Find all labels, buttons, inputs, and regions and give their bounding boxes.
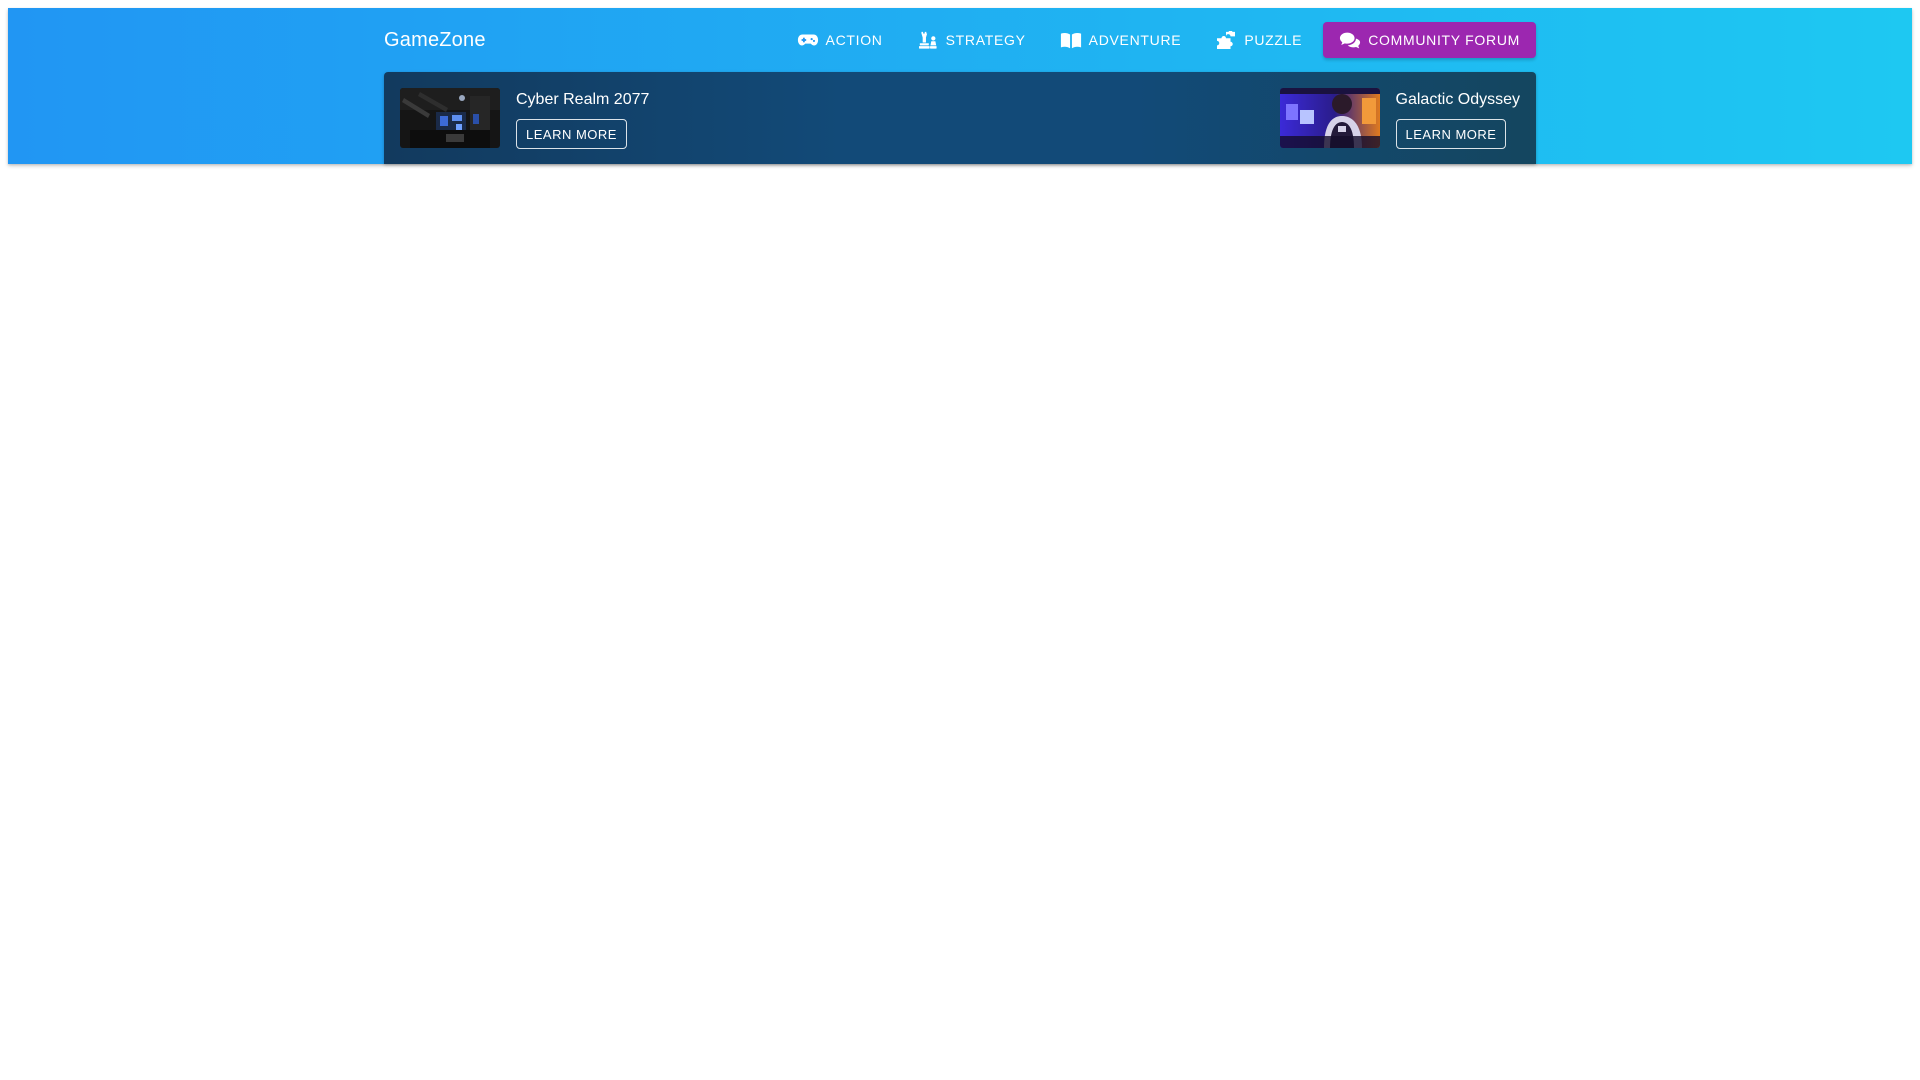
nav-strategy-label: STRATEGY [945,32,1026,48]
game-title: Galactic Odyssey [1395,91,1520,108]
learn-more-button[interactable]: LEARN MORE [516,119,627,149]
chess-icon [918,31,937,49]
nav-action-button[interactable]: ACTION [784,22,896,58]
nav-puzzle-button[interactable]: PUZZLE [1202,22,1315,58]
gamepad-icon [797,34,818,46]
featured-games-bar: Cyber Realm 2077 LEARN MORE Galactic Ody… [384,72,1536,164]
game-info: Cyber Realm 2077 LEARN MORE [516,88,649,149]
nav-community-forum-button[interactable]: COMMUNITY FORUM [1323,22,1536,58]
featured-game-card: Cyber Realm 2077 LEARN MORE [400,88,649,149]
nav-action-label: ACTION [825,32,883,48]
toolbar: GameZone ACTION STRATEGY ADVENTURE PUZZL… [384,8,1536,72]
featured-game-card: Galactic Odyssey LEARN MORE [1279,88,1520,149]
nav-strategy-button[interactable]: STRATEGY [904,22,1039,58]
comments-icon [1340,32,1361,49]
game-info: Galactic Odyssey LEARN MORE [1395,88,1520,149]
brand-logo[interactable]: GameZone [384,29,486,52]
main-nav: ACTION STRATEGY ADVENTURE PUZZLE COMMUNI… [784,22,1536,58]
nav-community-forum-label: COMMUNITY FORUM [1368,32,1520,48]
game-thumbnail[interactable] [1279,88,1380,148]
header-container: GameZone ACTION STRATEGY ADVENTURE PUZZL… [384,8,1536,164]
nav-adventure-button[interactable]: ADVENTURE [1047,22,1195,58]
app-header: GameZone ACTION STRATEGY ADVENTURE PUZZL… [8,8,1912,164]
game-thumbnail[interactable] [400,88,500,148]
book-open-icon [1060,32,1081,49]
learn-more-button[interactable]: LEARN MORE [1395,119,1507,149]
game-title: Cyber Realm 2077 [516,91,650,108]
puzzle-piece-icon [1217,31,1236,49]
nav-puzzle-label: PUZZLE [1244,32,1303,48]
nav-adventure-label: ADVENTURE [1088,32,1182,48]
